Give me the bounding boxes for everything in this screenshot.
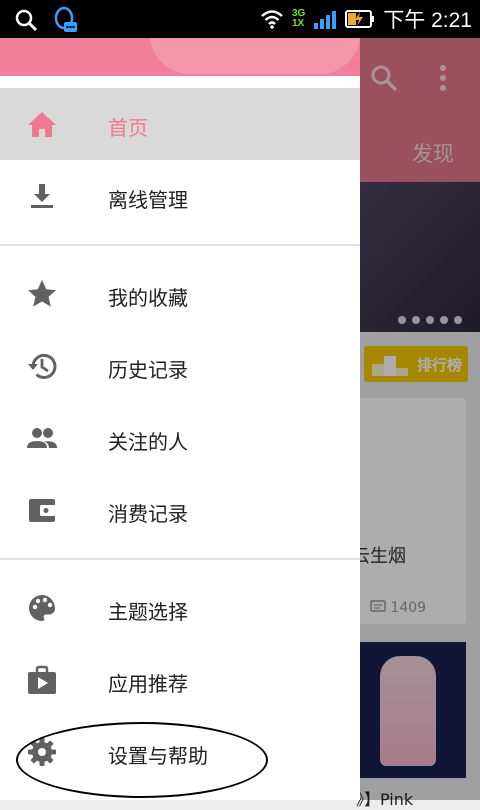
menu-item-app-recommendation[interactable]: 应用推荐: [0, 644, 360, 716]
app-store-play-icon: [28, 665, 56, 694]
menu-item-favorites[interactable]: 我的收藏: [0, 258, 360, 330]
wifi-icon: [261, 10, 283, 29]
network-1x-label: 1X: [291, 18, 305, 29]
menu-divider: [0, 244, 360, 246]
menu-item-offline-management[interactable]: 离线管理: [0, 160, 360, 232]
download-icon: [31, 184, 53, 208]
status-time: 下午 2:21: [383, 9, 472, 32]
menu-divider: [0, 558, 360, 560]
highlight-annotation: [16, 722, 268, 798]
menu-item-label: 消费记录: [108, 502, 188, 526]
menu-item-theme[interactable]: 主题选择: [0, 572, 360, 644]
menu-item-label: 关注的人: [108, 430, 188, 454]
people-icon: [27, 428, 57, 448]
star-icon: [28, 280, 56, 307]
network-type: 3G 1X: [292, 9, 305, 29]
drawer-header-decoration: [150, 38, 360, 74]
menu-item-history[interactable]: 历史记录: [0, 330, 360, 402]
battery-charging-icon: [345, 10, 375, 28]
menu-item-purchase-history[interactable]: 消费记录: [0, 474, 360, 546]
history-icon: [28, 353, 57, 379]
navigation-drawer: 首页 离线管理 我的收藏 历史记录 关注的人 消费记录 主题选择 应用推荐 设置…: [0, 38, 360, 800]
signal-icon: [314, 11, 337, 29]
menu-item-label: 离线管理: [108, 188, 188, 212]
palette-icon: [29, 595, 55, 621]
menu-item-label: 首页: [108, 116, 148, 140]
search-icon: [15, 9, 38, 32]
menu-item-label: 应用推荐: [108, 672, 188, 696]
drawer-header-gap: [0, 76, 360, 88]
menu-item-label: 历史记录: [108, 358, 188, 382]
qq-notification-icon: [54, 6, 77, 32]
home-icon: [28, 112, 56, 137]
menu-item-home[interactable]: 首页: [0, 88, 360, 160]
status-bar: 3G 1X 下午 2:21: [0, 0, 480, 38]
menu-item-following[interactable]: 关注的人: [0, 402, 360, 474]
menu-item-label: 我的收藏: [108, 286, 188, 310]
wallet-icon: [29, 499, 56, 522]
drawer-header: [0, 38, 360, 76]
menu-item-label: 主题选择: [108, 600, 188, 624]
